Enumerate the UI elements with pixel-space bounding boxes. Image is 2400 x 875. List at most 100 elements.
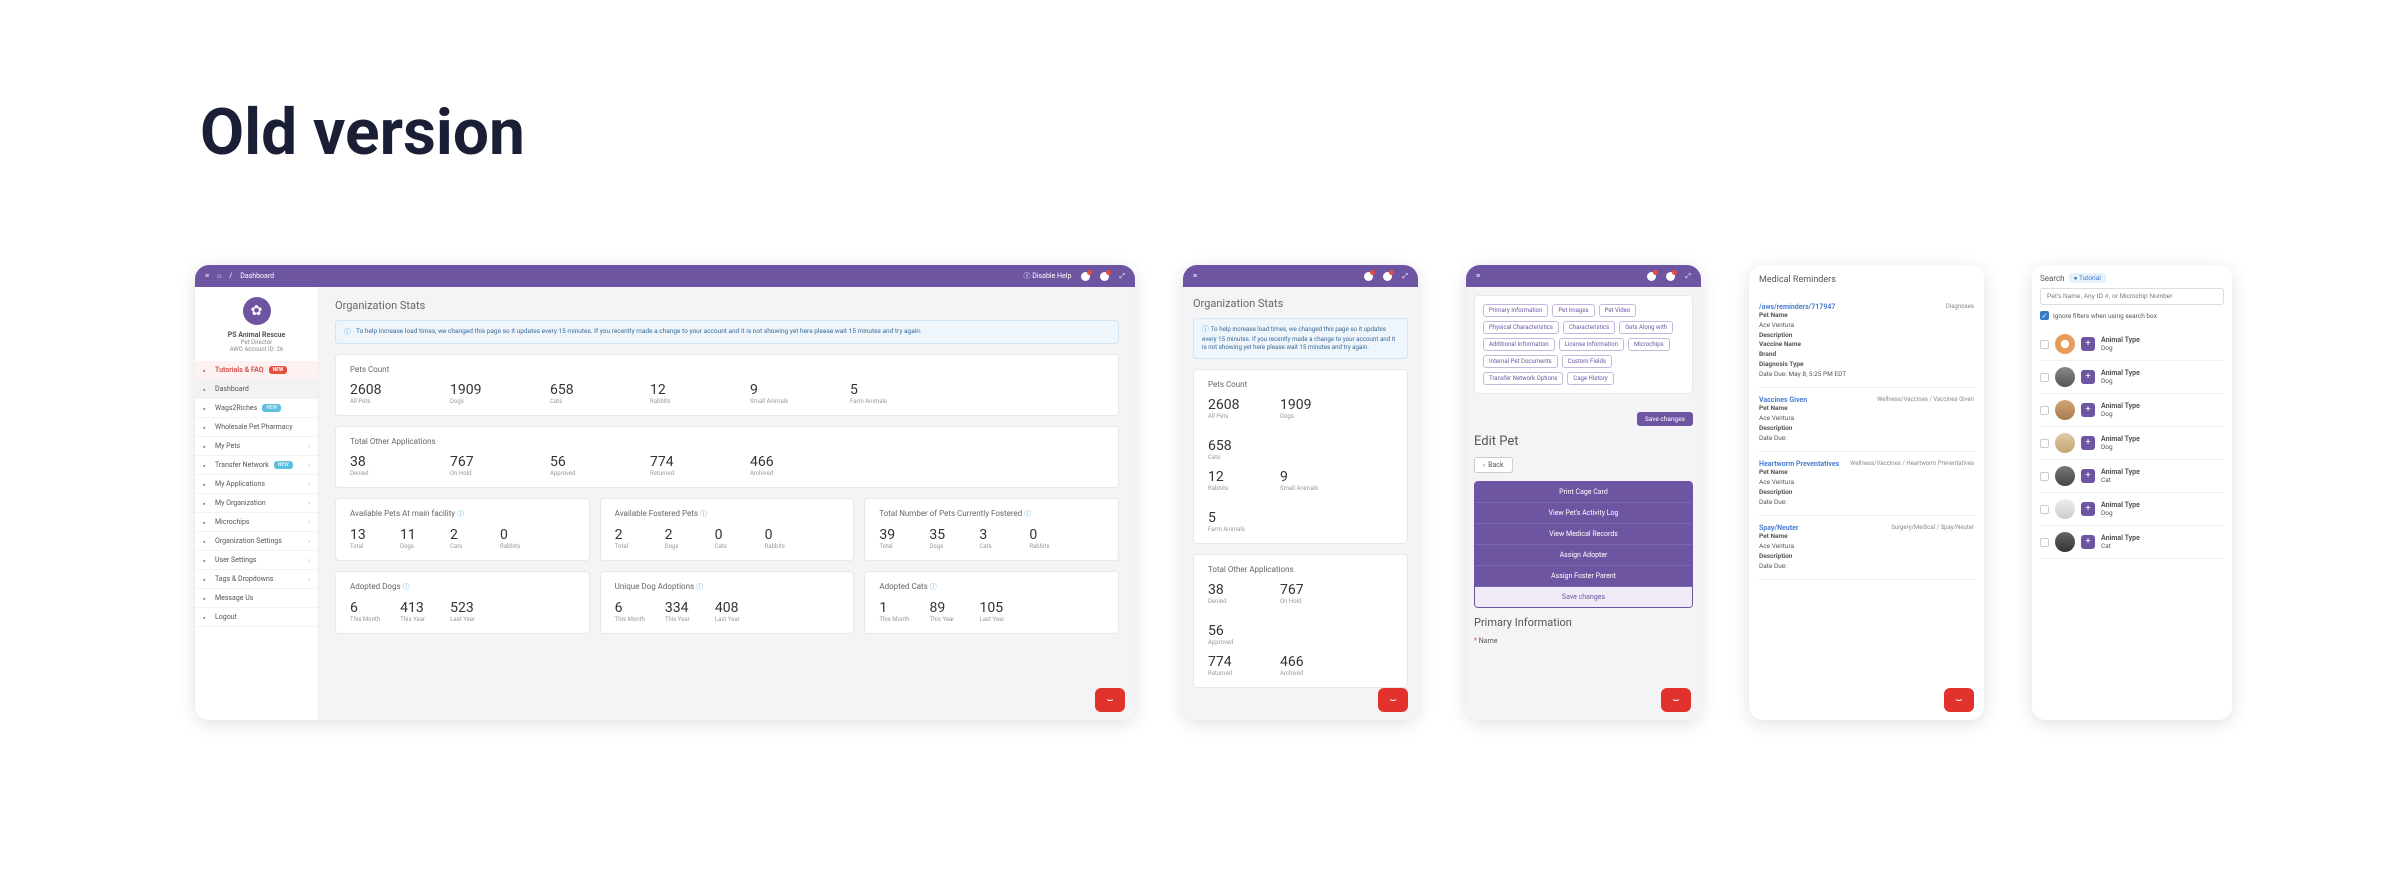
- nav-chip[interactable]: Pet Images: [1552, 304, 1594, 317]
- expand-button[interactable]: +: [2081, 370, 2095, 384]
- expand-icon[interactable]: ⤢: [1402, 272, 1408, 281]
- pet-list-row[interactable]: + Animal TypeDog: [2040, 394, 2224, 427]
- action-button[interactable]: Assign Adopter: [1475, 545, 1692, 566]
- sidebar-item[interactable]: ▪Message Us: [195, 589, 318, 608]
- card-pets-count: Pets Count 2608All Pets1909Dogs658Cats12…: [335, 354, 1119, 416]
- nav-chip[interactable]: Additional Information: [1483, 338, 1555, 351]
- info-icon[interactable]: ⓘ: [457, 510, 464, 518]
- action-button[interactable]: View Medical Records: [1475, 524, 1692, 545]
- expand-icon[interactable]: ⤢: [1685, 272, 1691, 281]
- bell-icon[interactable]: [1364, 272, 1373, 281]
- bell-icon[interactable]: [1383, 272, 1392, 281]
- reminder-link[interactable]: Heartworm Preventatives: [1759, 460, 1839, 468]
- save-changes-button[interactable]: Save changes: [1637, 412, 1693, 426]
- row-checkbox[interactable]: [2040, 373, 2049, 382]
- expand-button[interactable]: +: [2081, 502, 2095, 516]
- nav-chip[interactable]: Characteristics: [1563, 321, 1615, 334]
- pet-list-row[interactable]: + Animal TypeDog: [2040, 493, 2224, 526]
- nav-chip[interactable]: Gets Along with: [1619, 321, 1673, 334]
- nav-chip[interactable]: Internal Pet Documents: [1483, 355, 1558, 368]
- row-checkbox[interactable]: [2040, 472, 2049, 481]
- bell-icon[interactable]: [1647, 272, 1656, 281]
- action-button[interactable]: Save changes: [1475, 587, 1692, 607]
- stat-label: Rabbits: [650, 398, 710, 405]
- nav-chip[interactable]: Physical Characteristics: [1483, 321, 1559, 334]
- new-badge: NEW: [269, 366, 288, 374]
- sidebar-item[interactable]: ▪My Applications›: [195, 475, 318, 494]
- reminder-block: Spay/NeuterSurgery/Medical / Spay/Neuter…: [1759, 516, 1974, 580]
- expand-button[interactable]: +: [2081, 469, 2095, 483]
- chat-widget-icon[interactable]: ⌣: [1661, 688, 1691, 712]
- row-checkbox[interactable]: [2040, 406, 2049, 415]
- search-input[interactable]: [2040, 288, 2224, 305]
- pet-list-row[interactable]: + Animal TypeDog: [2040, 328, 2224, 361]
- reminder-link[interactable]: Vaccines Given: [1759, 396, 1807, 404]
- disable-help-link[interactable]: Ⓘ Disable Help: [1024, 271, 1072, 281]
- sidebar-item[interactable]: ▪Dashboard: [195, 380, 318, 399]
- back-button[interactable]: ‹ Back: [1474, 457, 1513, 473]
- expand-button[interactable]: +: [2081, 436, 2095, 450]
- sidebar-item[interactable]: ▪Tutorials & FAQNEW: [195, 361, 318, 380]
- nav-chip[interactable]: Microchips: [1628, 338, 1670, 351]
- expand-button[interactable]: +: [2081, 337, 2095, 351]
- sidebar-item[interactable]: ▪Transfer NetworkNEW›: [195, 456, 318, 475]
- info-icon[interactable]: ⓘ: [696, 583, 703, 591]
- hamburger-icon[interactable]: ≡: [205, 272, 209, 280]
- nav-chip[interactable]: Custom Fields: [1562, 355, 1612, 368]
- sidebar-item[interactable]: ▪Organization Settings›: [195, 532, 318, 551]
- sidebar-item[interactable]: ▪Wholesale Pet Pharmacy: [195, 418, 318, 437]
- sidebar-item[interactable]: ▪My Organization›: [195, 494, 318, 513]
- action-button[interactable]: Print Cage Card: [1475, 482, 1692, 503]
- expand-button[interactable]: +: [2081, 403, 2095, 417]
- breadcrumb-page[interactable]: Dashboard: [240, 272, 274, 280]
- pet-list-row[interactable]: + Animal TypeCat: [2040, 460, 2224, 493]
- sidebar-item[interactable]: ▪Wags2RichesNEW: [195, 399, 318, 418]
- chat-widget-icon[interactable]: ⌣: [1944, 688, 1974, 712]
- row-checkbox[interactable]: [2040, 439, 2049, 448]
- stat-number: 658: [1208, 438, 1262, 454]
- sidebar-item[interactable]: ▪Microchips›: [195, 513, 318, 532]
- nav-chip[interactable]: License Information: [1559, 338, 1624, 351]
- info-icon[interactable]: ⓘ: [700, 510, 707, 518]
- card-header: Total Number of Pets Currently Fostered …: [879, 509, 1104, 519]
- stat-label: Total: [350, 543, 380, 550]
- bell-icon[interactable]: [1100, 272, 1109, 281]
- info-icon[interactable]: ⓘ: [403, 583, 410, 591]
- sidebar-item[interactable]: ▪Tags & Dropdowns›: [195, 570, 318, 589]
- info-icon[interactable]: ⓘ: [1024, 510, 1031, 518]
- tutorial-badge[interactable]: ● Tutorial: [2069, 273, 2106, 283]
- action-button[interactable]: View Pet's Activity Log: [1475, 503, 1692, 524]
- hamburger-icon[interactable]: ≡: [1193, 272, 1197, 280]
- row-checkbox[interactable]: [2040, 538, 2049, 547]
- reminder-link[interactable]: /aws/reminders/717947: [1759, 303, 1835, 311]
- row-checkbox[interactable]: [2040, 340, 2049, 349]
- pet-list-row[interactable]: + Animal TypeDog: [2040, 427, 2224, 460]
- nav-chip[interactable]: Transfer Network Options: [1483, 372, 1563, 385]
- row-checkbox[interactable]: [2040, 505, 2049, 514]
- sidebar-item[interactable]: ▪Logout: [195, 608, 318, 627]
- expand-button[interactable]: +: [2081, 535, 2095, 549]
- ignore-filters-checkbox[interactable]: ✓: [2040, 311, 2049, 320]
- stat-label: Cats: [979, 543, 1009, 550]
- bell-icon[interactable]: [1666, 272, 1675, 281]
- pet-list-row[interactable]: + Animal TypeCat: [2040, 526, 2224, 559]
- chat-widget-icon[interactable]: ⌣: [1378, 688, 1408, 712]
- reminder-field: Description: [1759, 331, 1974, 341]
- bell-icon[interactable]: [1081, 272, 1090, 281]
- chat-widget-icon[interactable]: ⌣: [1095, 688, 1125, 712]
- pet-list-row[interactable]: + Animal TypeDog: [2040, 361, 2224, 394]
- stat: 1909Dogs: [1280, 397, 1334, 420]
- info-icon[interactable]: ⓘ: [930, 583, 937, 591]
- chevron-right-icon: ›: [308, 462, 310, 469]
- hamburger-icon[interactable]: ≡: [1476, 272, 1480, 280]
- sidebar-item[interactable]: ▪User Settings›: [195, 551, 318, 570]
- home-icon[interactable]: ⌂: [217, 272, 221, 280]
- reminder-link[interactable]: Spay/Neuter: [1759, 524, 1798, 532]
- nav-chip[interactable]: Pet Video: [1599, 304, 1637, 317]
- nav-chip[interactable]: Primary Information: [1483, 304, 1548, 317]
- nav-chip[interactable]: Cage History: [1567, 372, 1613, 385]
- stat-number: 5: [850, 382, 910, 398]
- action-button[interactable]: Assign Foster Parent: [1475, 566, 1692, 587]
- sidebar-item[interactable]: ▪My Pets›: [195, 437, 318, 456]
- expand-icon[interactable]: ⤢: [1119, 272, 1125, 281]
